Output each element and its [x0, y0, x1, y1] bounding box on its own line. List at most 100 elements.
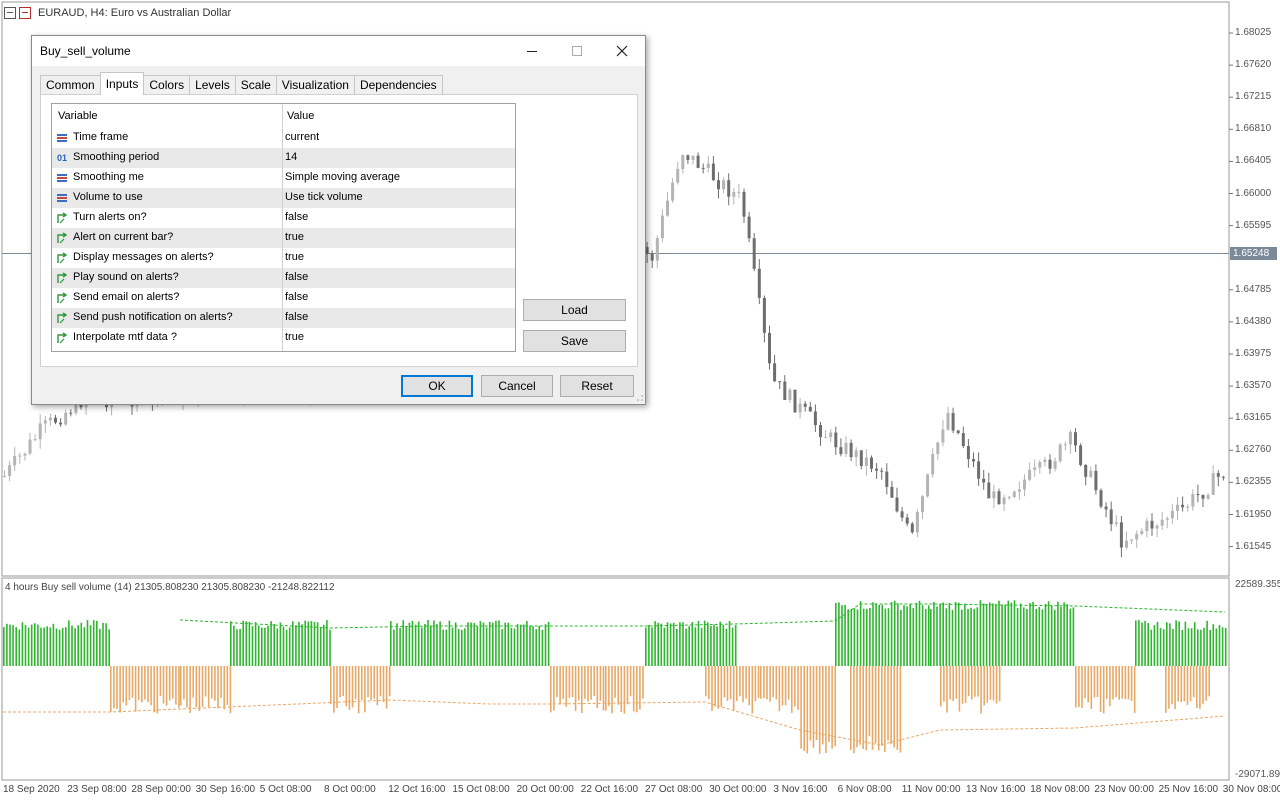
buy-volume-bar [838, 602, 840, 666]
buy-volume-bar [476, 626, 479, 666]
input-value[interactable]: Simple moving average [285, 171, 400, 183]
input-row[interactable]: Send email on alerts? false [52, 288, 515, 308]
input-value[interactable]: false [285, 311, 308, 323]
input-row[interactable]: Turn alerts on? false [52, 208, 515, 228]
maximize-button[interactable] [554, 36, 599, 66]
buy-volume-bar [900, 609, 902, 666]
buy-volume-bar [734, 625, 737, 666]
buy-volume-bar [279, 622, 282, 666]
input-value[interactable]: true [285, 231, 304, 243]
buy-volume-bar [402, 620, 404, 666]
cancel-button[interactable]: Cancel [481, 375, 553, 397]
buy-volume-bar [467, 622, 469, 666]
sell-volume-bar [794, 666, 796, 707]
input-row[interactable]: Smoothing me Simple moving average [52, 168, 515, 188]
close-button[interactable] [599, 36, 644, 66]
price-tick-label: 1.63570 [1235, 380, 1272, 392]
sell-volume-bar [189, 666, 191, 713]
chart-symbol-icon [19, 7, 31, 19]
input-row[interactable]: Volume to use Use tick volume [52, 188, 515, 208]
input-row[interactable]: Interpolate mtf data ? true [52, 328, 515, 348]
tab-visualization[interactable]: Visualization [275, 75, 355, 95]
sell-volume-bar [980, 666, 982, 714]
input-row[interactable]: Send push notification on alerts? false [52, 308, 515, 328]
sell-volume-bar [834, 666, 836, 747]
buy-volume-bar [541, 629, 544, 666]
indicator-properties-dialog: Buy_sell_volume Common Inputs Colors Lev… [31, 35, 646, 405]
sell-volume-bar [825, 666, 827, 754]
tab-dependencies[interactable]: Dependencies [353, 75, 443, 95]
candle-body [1160, 519, 1164, 526]
reset-button[interactable]: Reset [560, 375, 634, 397]
sell-volume-bar [336, 666, 338, 708]
candle-body [1119, 522, 1123, 548]
tab-scale[interactable]: Scale [234, 75, 277, 95]
buy-volume-bar [1060, 606, 1062, 666]
price-tick-label: 1.66000 [1235, 187, 1272, 199]
tab-common[interactable]: Common [40, 75, 101, 95]
input-name: Display messages on alerts? [73, 251, 214, 263]
candle-body [737, 191, 741, 193]
tab-levels[interactable]: Levels [189, 75, 236, 95]
input-value[interactable]: false [285, 291, 308, 303]
candle-body [956, 430, 960, 434]
sell-volume-bar [862, 666, 864, 749]
input-value[interactable]: false [285, 271, 308, 283]
buy-volume-bar [1215, 628, 1218, 666]
sell-volume-bar [577, 666, 580, 701]
sell-volume-bar [1177, 666, 1179, 702]
buy-volume-bar [233, 625, 235, 666]
tab-inputs[interactable]: Inputs [99, 72, 145, 95]
tab-colors[interactable]: Colors [143, 75, 191, 95]
resize-grip-icon[interactable] [635, 393, 644, 402]
candle-body [834, 432, 838, 448]
buy-volume-bar [1135, 620, 1137, 666]
sell-volume-bar [1112, 666, 1114, 700]
input-row[interactable]: Alert on current bar? true [52, 228, 515, 248]
dialog-titlebar[interactable]: Buy_sell_volume [32, 36, 645, 66]
candle-body [829, 432, 833, 438]
buy-volume-bar [881, 604, 884, 666]
sell-volume-bar [887, 666, 889, 741]
sell-volume-bar [617, 666, 619, 705]
save-button[interactable]: Save [523, 330, 626, 352]
sell-volume-bar [550, 666, 552, 713]
time-tick-label: 6 Nov 08:00 [837, 784, 892, 795]
candle-body [1135, 533, 1139, 540]
input-value[interactable]: 14 [285, 151, 297, 163]
minimize-button[interactable] [509, 36, 554, 66]
buy-volume-bar [909, 604, 911, 666]
sell-volume-bar [717, 666, 719, 709]
input-value[interactable]: current [285, 131, 319, 143]
buy-volume-bar [912, 608, 915, 666]
ok-button[interactable]: OK [401, 375, 473, 397]
input-value[interactable]: true [285, 331, 304, 343]
sell-volume-bar [382, 666, 385, 703]
candle-body [696, 155, 700, 168]
input-row[interactable]: Time frame current [52, 128, 515, 148]
candle-body [1181, 504, 1185, 508]
candle-body [660, 215, 664, 239]
buy-volume-bar [479, 621, 482, 666]
input-value[interactable]: false [285, 211, 308, 223]
load-button[interactable]: Load [523, 299, 626, 321]
buy-volume-bar [1138, 620, 1140, 666]
sell-volume-bar [611, 666, 613, 714]
column-header-variable[interactable]: Variable [58, 110, 98, 122]
input-row[interactable]: Play sound on alerts? false [52, 268, 515, 288]
input-value[interactable]: Use tick volume [285, 191, 363, 203]
input-value[interactable]: true [285, 251, 304, 263]
price-tick-label: 1.61950 [1235, 508, 1272, 520]
column-header-value[interactable]: Value [287, 110, 314, 122]
buy-volume-bar [390, 621, 392, 666]
row-separator [282, 268, 283, 288]
buy-volume-bar [239, 628, 241, 666]
sell-volume-bar [998, 666, 1001, 702]
sell-volume-bar [977, 666, 979, 697]
sell-volume-bar [220, 666, 222, 699]
input-row[interactable]: 01 Smoothing period 14 [52, 148, 515, 168]
candle-body [1145, 520, 1149, 532]
buy-volume-bar [1209, 629, 1211, 666]
buy-volume-bar [254, 622, 257, 666]
input-row[interactable]: Display messages on alerts? true [52, 248, 515, 268]
